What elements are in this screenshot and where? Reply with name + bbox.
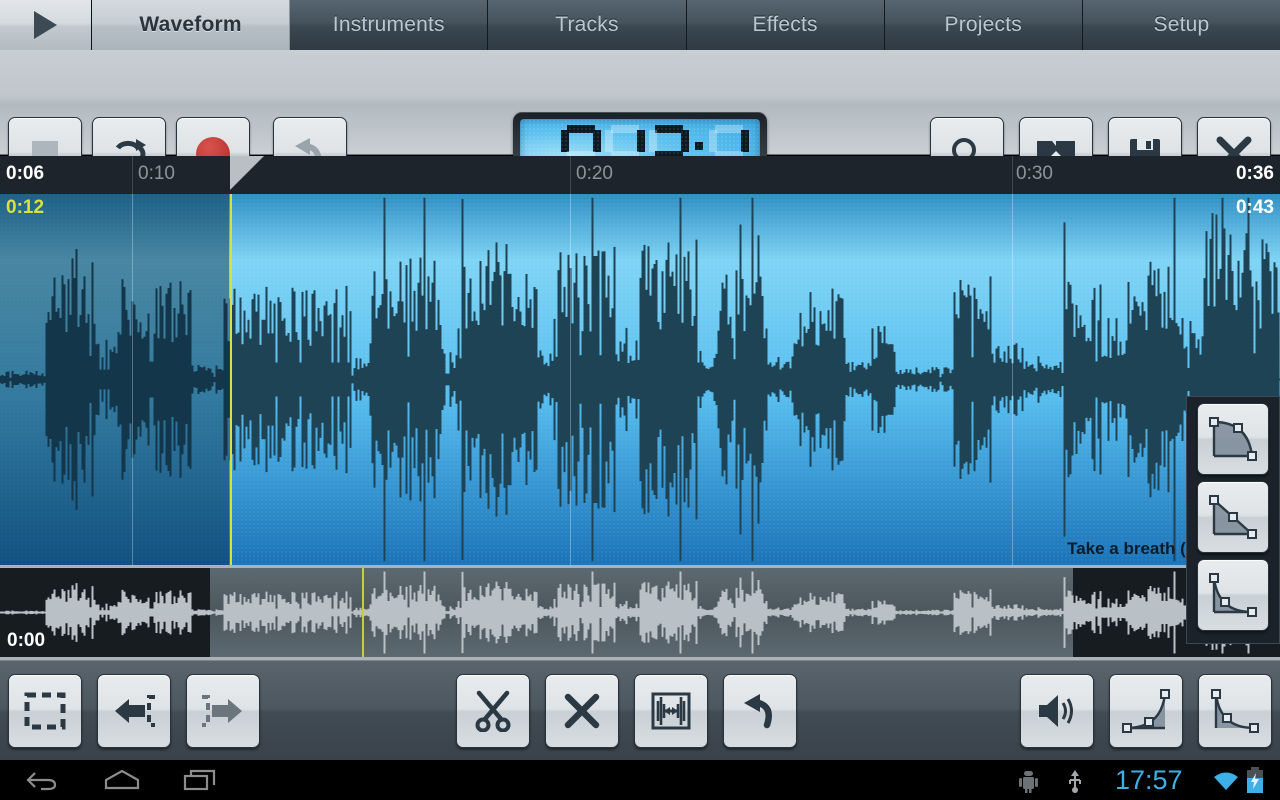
tab-setup[interactable]: Setup [1082,0,1280,50]
fade-curve-panel [1186,396,1280,644]
tab-tracks[interactable]: Tracks [488,0,687,50]
ruler-label: 0:10 [138,163,175,184]
usb-icon [1066,769,1084,793]
fade-curve-concave-icon [1209,573,1257,617]
tab-label: Instruments [332,13,445,36]
fade-curve-linear-button[interactable] [1197,481,1269,553]
wifi-icon [1213,772,1239,792]
minimap-start-label: 0:00 [7,630,46,651]
fade-in-icon [1122,689,1170,733]
tab-waveform[interactable]: Waveform [92,0,291,50]
tab-label: Projects [944,13,1022,36]
timeline-ruler[interactable]: 0:06 0:10 0:20 0:30 0:36 [0,156,1280,194]
home-button[interactable] [103,768,141,792]
select-to-end-button[interactable] [186,674,260,748]
waveform-playhead[interactable] [230,194,232,565]
tab-label: Setup [1153,13,1210,36]
fade-curve-linear-icon [1209,495,1257,539]
play-icon [34,11,57,39]
waveform-gridline [1012,194,1013,565]
delete-button[interactable] [545,674,619,748]
select-all-button[interactable] [8,674,82,748]
ruler-label: 0:06 [6,163,45,184]
transport-toolbar [0,50,1280,197]
main-tab-bar: Waveform Instruments Tracks Effects Proj… [0,0,1280,50]
trim-icon [651,692,691,730]
android-navigation-bar: 17:57 [0,760,1280,800]
playhead-marker[interactable] [230,156,264,190]
fade-curve-convex-icon [1209,417,1257,461]
tab-play[interactable] [0,0,92,50]
cut-button[interactable] [456,674,530,748]
ruler-tick [1012,156,1013,194]
waveform-canvas[interactable]: 0:12 0:43 Take a breath (Katy Theo [0,194,1280,565]
edit-toolbar [0,660,1280,760]
undo-icon [744,694,772,729]
tab-effects[interactable]: Effects [686,0,885,50]
waveform-graphic [0,197,1280,562]
home-icon [104,769,140,790]
tab-label: Waveform [139,13,242,36]
ruler-label: 0:20 [576,163,613,184]
scissors-icon [475,690,511,732]
select-all-icon [24,692,66,730]
minimap-waveform-graphic [0,571,1280,654]
ruler-label: 0:36 [1235,163,1274,184]
waveform-gridline [132,194,133,565]
fade-curve-exponential-button[interactable] [1197,559,1269,631]
ruler-tick [132,156,133,194]
trim-button[interactable] [634,674,708,748]
audio-editor-app: Waveform Instruments Tracks Effects Proj… [0,0,1280,800]
tab-label: Effects [752,13,818,36]
fade-out-button[interactable] [1198,674,1272,748]
select-to-end-icon [202,695,242,727]
tab-projects[interactable]: Projects [884,0,1083,50]
overview-minimap[interactable]: 0:00 [0,565,1280,660]
recents-icon [183,769,216,791]
select-to-start-button[interactable] [97,674,171,748]
volume-speaker-icon [1039,695,1073,727]
battery-charging-icon [1246,767,1264,793]
selection-start-label: 0:12 [6,197,45,218]
undo-button[interactable] [723,674,797,748]
selection-end-label: 0:43 [1235,197,1274,218]
back-button[interactable] [24,768,60,792]
tab-label: Tracks [555,13,619,36]
volume-button[interactable] [1020,674,1094,748]
minimap-playhead[interactable] [362,568,364,657]
fade-in-button[interactable] [1109,674,1183,748]
fade-out-icon [1211,689,1259,733]
android-robot-icon [1018,769,1038,793]
status-clock: 17:57 [1115,765,1183,795]
waveform-gridline [570,194,571,565]
fade-curve-logarithmic-button[interactable] [1197,403,1269,475]
recents-button[interactable] [183,768,219,792]
tab-instruments[interactable]: Instruments [290,0,489,50]
delete-x-icon [564,693,600,729]
ruler-tick [570,156,571,194]
ruler-label: 0:30 [1016,163,1053,184]
back-icon [26,772,57,791]
select-to-start-icon [115,695,155,727]
